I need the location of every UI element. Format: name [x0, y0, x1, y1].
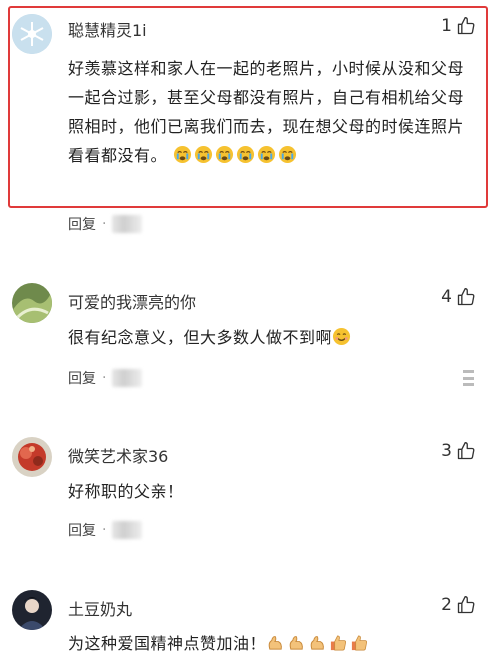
reply-row: 回复 ·: [68, 214, 143, 234]
like-button[interactable]: 4: [441, 287, 476, 307]
comment-text: 好羡慕这样和家人在一起的老照片，小时候从没和父母一起合过影，甚至父母都没有照片，…: [68, 54, 478, 170]
reply-row: 回复 ·: [68, 368, 143, 388]
thumbs-up-emoji-icon: [351, 635, 368, 651]
separator-dot: ·: [102, 216, 107, 232]
comment-text: 为这种爱国精神点赞加油！: [68, 629, 478, 658]
avatar[interactable]: [12, 283, 52, 323]
more-options-icon[interactable]: [462, 370, 476, 386]
blurred-timestamp: [112, 215, 143, 233]
crying-emoji-icon: [173, 145, 191, 164]
thumbs-up-emoji-icon: [330, 635, 347, 651]
reply-button[interactable]: 回复: [68, 520, 96, 540]
username[interactable]: 土豆奶丸: [68, 596, 132, 620]
username[interactable]: 可爱的我漂亮的你: [68, 289, 196, 313]
like-count: 3: [441, 441, 452, 461]
thumbs-up-icon: [457, 596, 475, 614]
avatar[interactable]: [12, 14, 52, 54]
comment-text-content: 好称职的父亲！: [68, 482, 184, 501]
separator-dot: ·: [102, 522, 107, 538]
crying-emoji-icon: [257, 145, 275, 164]
like-count: 4: [441, 287, 452, 307]
crying-emoji-icon: [236, 145, 254, 164]
crying-emoji-icon: [215, 145, 233, 164]
thumbs-up-icon: [457, 17, 475, 35]
separator-dot: ·: [102, 370, 107, 386]
strong-emoji-icon: [289, 636, 303, 650]
like-count: 1: [441, 16, 452, 36]
thumbs-up-icon: [457, 442, 475, 460]
reply-row: 回复 ·: [68, 520, 143, 540]
strong-emoji-icon: [268, 636, 282, 650]
username[interactable]: 微笑艺术家36: [68, 443, 168, 467]
comment-text-content: 很有纪念意义，但大多数人做不到啊: [68, 328, 333, 347]
crying-emoji-icon: [194, 145, 212, 164]
comment-text-content: 为这种爱国精神点赞加油！: [68, 634, 267, 653]
like-button[interactable]: 3: [441, 441, 476, 461]
like-button[interactable]: 1: [441, 16, 476, 36]
reply-button[interactable]: 回复: [68, 214, 96, 234]
comment-text: 很有纪念意义，但大多数人做不到啊: [68, 323, 478, 352]
smile-emoji-icon: [332, 327, 351, 346]
like-button[interactable]: 2: [441, 595, 476, 615]
crying-emoji-icon: [278, 145, 296, 164]
blurred-timestamp: [112, 369, 143, 387]
like-count: 2: [441, 595, 452, 615]
thumbs-up-icon: [457, 288, 475, 306]
reply-button[interactable]: 回复: [68, 368, 96, 388]
strong-emoji-icon: [310, 636, 324, 650]
avatar[interactable]: [12, 437, 52, 477]
avatar[interactable]: [12, 590, 52, 630]
username[interactable]: 聪慧精灵1i: [68, 17, 147, 41]
comment-text: 好称职的父亲！: [68, 477, 478, 506]
blurred-timestamp: [112, 521, 143, 539]
